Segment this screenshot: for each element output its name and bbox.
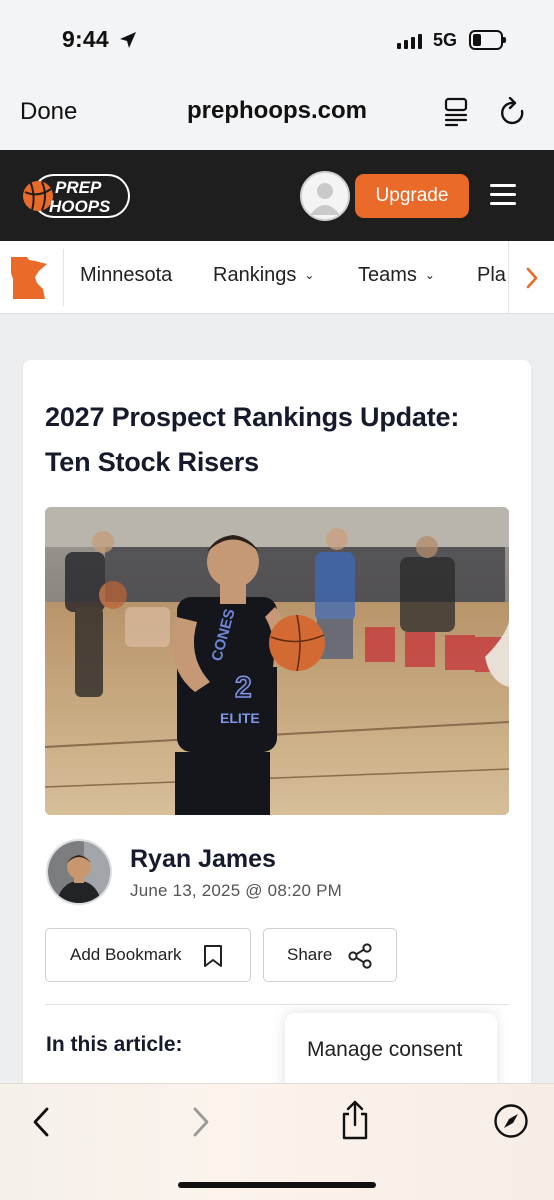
minnesota-state-icon[interactable]	[9, 255, 49, 306]
nav-item-rankings[interactable]: Rankings ⌄	[213, 264, 314, 287]
nav-item-minnesota[interactable]: Minnesota	[80, 264, 172, 287]
publish-date: June 13, 2025 @ 08:20 PM	[130, 881, 343, 900]
cellular-signal-icon	[397, 33, 422, 49]
status-time: 9:44	[62, 26, 109, 52]
reader-mode-icon[interactable]	[443, 97, 471, 132]
share-label: Share	[287, 945, 333, 964]
browser-top-bar: Done prephoops.com	[0, 80, 554, 150]
nav-scroll-right-button[interactable]	[508, 241, 554, 313]
location-arrow-icon	[118, 30, 138, 55]
back-chevron-icon[interactable]	[30, 1106, 52, 1138]
share-button[interactable]: Share	[263, 928, 397, 982]
manage-consent-button[interactable]: Manage consent	[285, 1013, 497, 1093]
share-nodes-icon	[348, 943, 372, 969]
add-bookmark-button[interactable]: Add Bookmark	[45, 928, 251, 982]
chevron-down-icon: ⌄	[304, 268, 315, 282]
prep-hoops-logo[interactable]: PREP HOOPS	[22, 172, 134, 220]
chevron-right-icon	[526, 267, 537, 288]
reload-icon[interactable]	[500, 96, 528, 134]
upgrade-button[interactable]: Upgrade	[355, 174, 469, 218]
section-nav: Minnesota Rankings ⌄ Teams ⌄ Pla	[0, 241, 554, 314]
chevron-down-icon: ⌄	[424, 268, 435, 282]
author-avatar[interactable]	[46, 839, 112, 905]
svg-text:PREP: PREP	[55, 178, 102, 197]
compass-icon[interactable]	[493, 1103, 529, 1139]
nav-item-label: Pla	[477, 264, 506, 286]
divider	[45, 1004, 509, 1005]
nav-item-label: Rankings	[213, 264, 297, 286]
network-type: 5G	[433, 30, 458, 50]
status-bar: 9:44 5G	[0, 0, 554, 80]
toc-heading: In this article:	[46, 1033, 183, 1056]
nav-item-teams[interactable]: Teams ⌄	[358, 264, 435, 287]
battery-icon	[469, 30, 506, 50]
user-avatar[interactable]	[300, 171, 350, 221]
nav-item-players[interactable]: Pla	[477, 264, 506, 287]
bookmark-icon	[204, 945, 222, 967]
menu-icon[interactable]	[490, 184, 516, 206]
nav-item-label: Teams	[358, 264, 417, 286]
home-indicator	[178, 1182, 376, 1188]
share-sheet-icon[interactable]	[338, 1099, 372, 1141]
nav-item-label: Minnesota	[80, 264, 173, 286]
site-header: PREP HOOPS	[0, 150, 554, 241]
article-title: 2027 Prospect Rankings Update: Ten Stock…	[45, 402, 460, 477]
forward-chevron-icon[interactable]	[190, 1106, 212, 1138]
author-name[interactable]: Ryan James	[130, 845, 276, 874]
nav-divider	[63, 249, 64, 306]
add-bookmark-label: Add Bookmark	[70, 945, 182, 964]
svg-text:ELITE: ELITE	[220, 710, 260, 726]
svg-text:HOOPS: HOOPS	[49, 197, 111, 216]
svg-text:2: 2	[235, 671, 252, 704]
article-hero-image[interactable]: CONES 2 ELITE	[45, 507, 509, 815]
